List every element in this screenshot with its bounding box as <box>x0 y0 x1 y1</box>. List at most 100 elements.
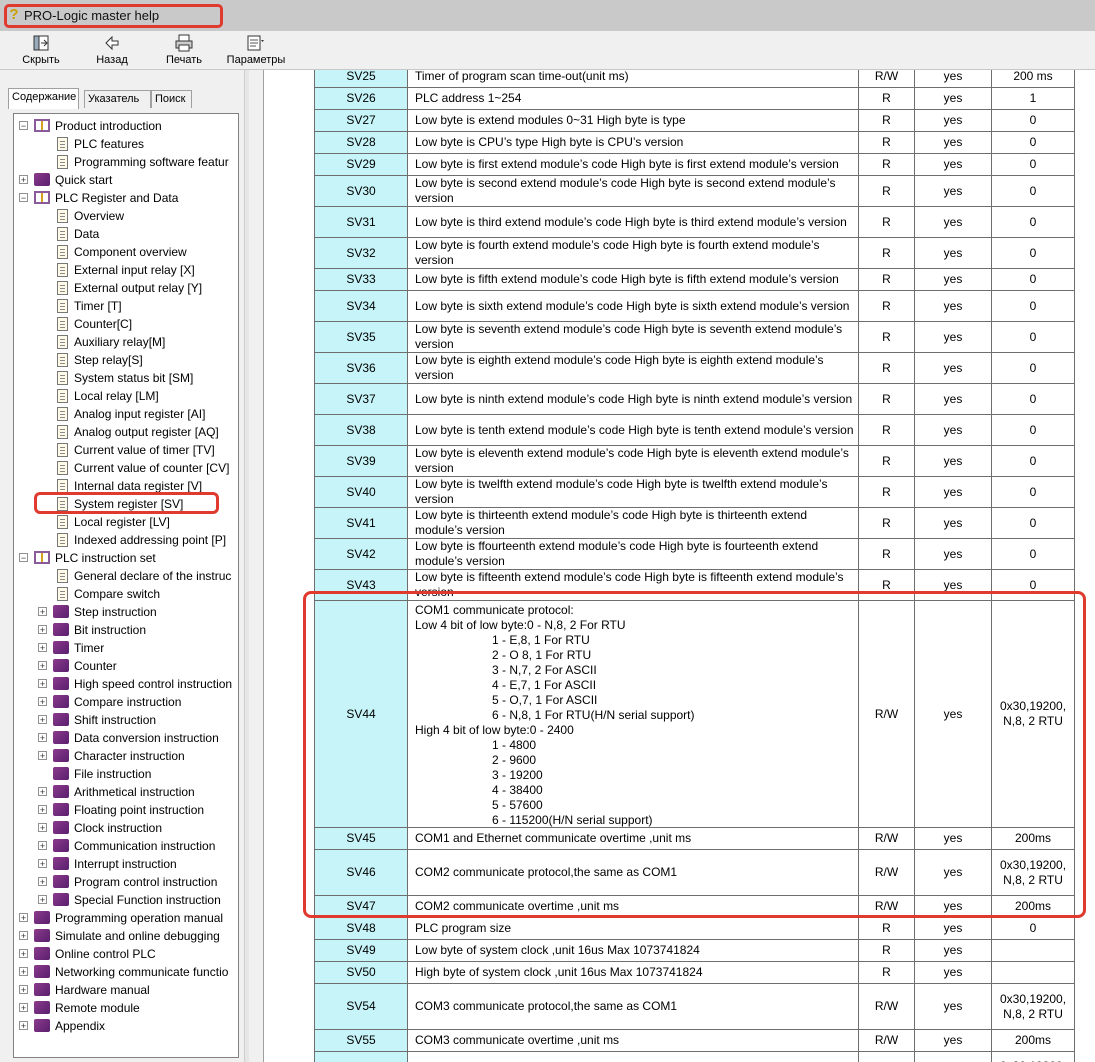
expand-icon[interactable]: + <box>38 607 47 617</box>
tab-index[interactable]: Указатель <box>84 90 151 108</box>
expand-icon[interactable]: + <box>38 625 47 635</box>
tree-item[interactable]: File instruction <box>14 765 238 783</box>
tree-item[interactable]: + Program control instruction <box>14 873 238 891</box>
table-row: SV54 COM3 communicate protocol,the same a… <box>314 984 1075 1030</box>
collapse-icon[interactable]: − <box>19 193 28 203</box>
closed-book-icon <box>53 749 69 762</box>
tree-item[interactable]: − Product introduction <box>14 117 238 135</box>
tree-item[interactable]: + Arithmetical instruction <box>14 783 238 801</box>
page-icon <box>57 263 68 277</box>
tree-item[interactable]: Indexed addressing point [P] <box>14 531 238 549</box>
tree-item[interactable]: + Interrupt instruction <box>14 855 238 873</box>
tree-item[interactable]: Analog output register [AQ] <box>14 423 238 441</box>
expand-icon[interactable]: + <box>19 967 28 977</box>
tree-item[interactable]: Analog input register [AI] <box>14 405 238 423</box>
tree-item[interactable]: Overview <box>14 207 238 225</box>
tree-item[interactable]: + Special Function instruction <box>14 891 238 909</box>
expand-icon[interactable]: + <box>19 949 28 959</box>
description-cell: Low byte is thirteenth extend module’s c… <box>407 508 858 538</box>
tree-item[interactable]: + Online control PLC <box>14 945 238 963</box>
tree-item[interactable]: System status bit [SM] <box>14 369 238 387</box>
tree-item[interactable]: − PLC instruction set <box>14 549 238 567</box>
expand-icon[interactable]: + <box>38 805 47 815</box>
expand-icon[interactable]: + <box>19 931 28 941</box>
tree-item[interactable]: Component overview <box>14 243 238 261</box>
tree-item[interactable]: Counter[C] <box>14 315 238 333</box>
expand-icon[interactable]: + <box>38 661 47 671</box>
expand-icon[interactable]: + <box>38 715 47 725</box>
expand-icon[interactable]: + <box>19 913 28 923</box>
table-row: SV36 Low byte is eighth extend module’s c… <box>314 353 1075 384</box>
tree-item[interactable]: + Data conversion instruction <box>14 729 238 747</box>
tab-contents[interactable]: Содержание <box>8 88 79 109</box>
expand-icon[interactable]: + <box>19 1003 28 1013</box>
contents-tree[interactable]: − Product introduction PLC features Program… <box>13 113 239 1058</box>
table-row: SV31 Low byte is third extend module’s co… <box>314 207 1075 238</box>
tree-item[interactable]: + Simulate and online debugging <box>14 927 238 945</box>
pane-splitter[interactable] <box>244 70 249 1062</box>
expand-icon[interactable]: + <box>38 823 47 833</box>
tree-item[interactable]: Local register [LV] <box>14 513 238 531</box>
print-button[interactable]: Печать <box>164 34 204 67</box>
tree-item[interactable]: + Quick start <box>14 171 238 189</box>
expand-icon[interactable]: + <box>38 877 47 887</box>
closed-book-icon <box>34 929 50 942</box>
tree-item[interactable]: + Communication instruction <box>14 837 238 855</box>
tree-item[interactable]: Current value of counter [CV] <box>14 459 238 477</box>
closed-book-icon <box>53 731 69 744</box>
back-button[interactable]: Назад <box>92 34 132 67</box>
tree-item[interactable]: + High speed control instruction <box>14 675 238 693</box>
tab-search[interactable]: Поиск <box>151 90 192 108</box>
expand-icon[interactable]: + <box>38 859 47 869</box>
tree-item[interactable]: + Shift instruction <box>14 711 238 729</box>
expand-icon[interactable]: + <box>38 787 47 797</box>
tree-item-label: PLC Register and Data <box>55 191 179 205</box>
tree-item[interactable]: + Floating point instruction <box>14 801 238 819</box>
expand-icon[interactable]: + <box>19 175 28 185</box>
tree-item[interactable]: + Compare instruction <box>14 693 238 711</box>
expand-icon[interactable]: + <box>38 895 47 905</box>
tree-item[interactable]: Timer [T] <box>14 297 238 315</box>
closed-book-icon <box>53 605 69 618</box>
tree-item-label: PLC features <box>74 137 145 151</box>
tree-item[interactable]: Local relay [LM] <box>14 387 238 405</box>
tree-item[interactable]: + Clock instruction <box>14 819 238 837</box>
expand-icon[interactable]: + <box>19 985 28 995</box>
tree-item[interactable]: + Remote module <box>14 999 238 1017</box>
expand-icon[interactable]: + <box>19 1021 28 1031</box>
tree-item[interactable]: + Hardware manual <box>14 981 238 999</box>
page-icon <box>57 443 68 457</box>
options-button[interactable]: Параметры <box>224 34 288 67</box>
tree-item[interactable]: + Bit instruction <box>14 621 238 639</box>
tree-item[interactable]: + Networking communicate functio <box>14 963 238 981</box>
tree-item[interactable]: Data <box>14 225 238 243</box>
tree-item[interactable]: + Counter <box>14 657 238 675</box>
description-cell: PLC program size <box>407 918 858 939</box>
tree-item[interactable]: − PLC Register and Data <box>14 189 238 207</box>
tree-item[interactable]: General declare of the instruc <box>14 567 238 585</box>
expand-icon[interactable]: + <box>38 643 47 653</box>
tree-item[interactable]: + Timer <box>14 639 238 657</box>
expand-icon[interactable]: + <box>38 751 47 761</box>
tree-item[interactable]: + Character instruction <box>14 747 238 765</box>
collapse-icon[interactable]: − <box>19 553 28 563</box>
hide-button[interactable]: Скрыть <box>18 34 64 67</box>
expand-icon[interactable]: + <box>38 679 47 689</box>
tree-item[interactable]: Compare switch <box>14 585 238 603</box>
tree-item[interactable]: + Programming operation manual <box>14 909 238 927</box>
register-cell: SV35 <box>314 322 407 352</box>
tree-item[interactable]: External output relay [Y] <box>14 279 238 297</box>
tree-item[interactable]: Current value of timer [TV] <box>14 441 238 459</box>
collapse-icon[interactable]: − <box>19 121 28 131</box>
tree-item[interactable]: + Appendix <box>14 1017 238 1035</box>
expand-icon[interactable]: + <box>38 733 47 743</box>
tree-item[interactable]: External input relay [X] <box>14 261 238 279</box>
tree-item[interactable]: Auxiliary relay[M] <box>14 333 238 351</box>
tree-item[interactable]: + Step instruction <box>14 603 238 621</box>
register-cell <box>314 1052 407 1062</box>
expand-icon[interactable]: + <box>38 841 47 851</box>
tree-item[interactable]: Step relay[S] <box>14 351 238 369</box>
tree-item[interactable]: Programming software featur <box>14 153 238 171</box>
expand-icon[interactable]: + <box>38 697 47 707</box>
tree-item[interactable]: PLC features <box>14 135 238 153</box>
